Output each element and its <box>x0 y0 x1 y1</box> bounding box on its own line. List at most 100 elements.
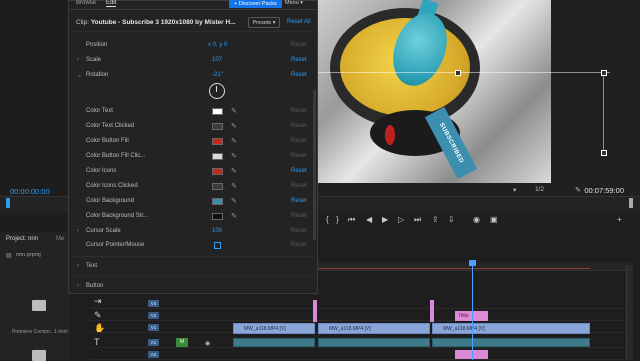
video-clip[interactable]: MW_a118.MP4 [V] <box>318 323 430 334</box>
reset-button[interactable]: Reset <box>291 242 307 248</box>
cursor-scale-value[interactable]: 100 <box>212 228 222 234</box>
reset-all-button[interactable]: Reset All <box>287 19 311 25</box>
frame-back-icon[interactable]: ◀ <box>366 215 372 224</box>
reset-button[interactable]: Reset <box>291 198 307 204</box>
chevron-right-icon[interactable]: › <box>77 228 79 234</box>
track-label-a1[interactable]: A1 <box>148 339 159 346</box>
chevron-right-icon[interactable]: › <box>77 57 79 63</box>
presets-label: Presets <box>252 20 272 26</box>
transform-handle[interactable] <box>601 70 607 76</box>
property-name: Color Text <box>86 108 113 114</box>
eyedropper-icon[interactable]: ✎ <box>231 152 237 160</box>
tab-edit[interactable]: Edit <box>106 0 117 7</box>
mic-icon[interactable]: ◉ <box>205 340 210 347</box>
audio-clip[interactable] <box>318 338 430 347</box>
reset-button[interactable]: Reset <box>291 108 307 114</box>
chevron-down-icon[interactable]: ⌄ <box>77 72 82 79</box>
eyedropper-icon[interactable]: ✎ <box>231 137 237 145</box>
color-swatch[interactable] <box>212 198 223 205</box>
color-swatch[interactable] <box>212 213 223 220</box>
mark-out-icon[interactable]: } <box>336 215 339 224</box>
mark-in-icon[interactable]: { <box>326 215 329 224</box>
export-frame-icon[interactable]: ◉ <box>473 215 480 224</box>
bin-folder-icon[interactable] <box>32 350 46 361</box>
color-swatch[interactable] <box>212 183 223 190</box>
reset-button[interactable]: Reset <box>291 42 307 48</box>
zoom-fit-control[interactable]: ▾ <box>513 186 516 194</box>
chevron-right-icon[interactable]: › <box>77 263 79 269</box>
rotation-value[interactable]: -21° <box>212 72 223 78</box>
bin-folder-icon[interactable] <box>32 300 46 311</box>
step-forward-icon[interactable]: ⏭ <box>414 215 421 225</box>
track-row-a2 <box>90 350 630 360</box>
source-playhead[interactable] <box>6 198 10 208</box>
reset-button[interactable]: Reset <box>291 123 307 129</box>
group-name: Text <box>86 263 98 269</box>
step-back-icon[interactable]: ⏮ <box>348 215 355 225</box>
color-swatch[interactable] <box>212 153 223 160</box>
reset-button[interactable]: Reset <box>291 138 307 144</box>
frame-forward-icon[interactable]: ▷ <box>398 215 404 224</box>
rotation-dial[interactable] <box>209 83 225 99</box>
reset-button[interactable]: Reset <box>291 153 307 159</box>
add-button-icon[interactable]: + <box>617 215 622 224</box>
color-swatch[interactable] <box>212 108 223 115</box>
eyedropper-icon[interactable]: ✎ <box>231 167 237 175</box>
menu-button[interactable]: Menu ▾ <box>285 0 303 6</box>
audio-clip[interactable] <box>432 338 590 347</box>
resolution-select[interactable]: 1/2 <box>535 186 544 193</box>
timeline-playhead[interactable] <box>472 262 473 360</box>
eyedropper-icon[interactable]: ✎ <box>231 122 237 130</box>
transform-handle[interactable] <box>455 70 461 76</box>
eyedropper-icon[interactable]: ✎ <box>231 197 237 205</box>
color-swatch[interactable] <box>212 168 223 175</box>
cursor-pointer-checkbox[interactable] <box>214 242 221 249</box>
chevron-right-icon[interactable]: › <box>77 283 79 289</box>
comparison-icon[interactable]: ▣ <box>490 215 498 224</box>
project-tab[interactable]: Project: nnn <box>6 236 38 242</box>
track-label-v2[interactable]: V2 <box>148 312 159 319</box>
scale-value[interactable]: 107 <box>212 57 222 63</box>
eyedropper-icon[interactable]: ✎ <box>231 182 237 190</box>
media-browser-tab[interactable]: Me <box>56 236 64 242</box>
panel-scrollbar[interactable] <box>313 90 316 240</box>
property-row-rotation: ⌄ Rotation -21° Reset <box>77 72 310 82</box>
property-name: Color Button Fill <box>86 138 129 144</box>
position-value[interactable]: x 0, y 0 <box>208 42 227 48</box>
track-label-v3[interactable]: V3 <box>148 300 159 307</box>
track-label-v1[interactable]: V1 <box>148 324 159 331</box>
reset-button[interactable]: Reset <box>291 72 307 78</box>
reset-button[interactable]: Reset <box>291 57 307 63</box>
eyedropper-icon[interactable]: ✎ <box>231 107 237 115</box>
graphic-clip[interactable] <box>313 300 317 322</box>
video-clip[interactable]: MW_a118.MP4 [V] <box>233 323 315 334</box>
video-clip[interactable]: MW_a118.MP4 [V] <box>432 323 590 334</box>
reset-button[interactable]: Reset <box>291 183 307 189</box>
transport-bar: { } ⏮ ◀ ▶ ▷ ⏭ ⇪ ⇩ ◉ ▣ + <box>318 212 640 230</box>
audio-clip[interactable] <box>233 338 315 347</box>
transform-handle[interactable] <box>601 150 607 156</box>
discover-packs-button[interactable]: + Discover Packs <box>229 0 282 8</box>
extract-icon[interactable]: ⇩ <box>448 215 455 224</box>
program-playhead[interactable] <box>629 198 633 208</box>
selection-edge-top <box>318 72 610 73</box>
reset-button[interactable]: Reset <box>291 213 307 219</box>
color-swatch[interactable] <box>212 123 223 130</box>
track-label-a2[interactable]: A2 <box>148 351 159 358</box>
source-timecode[interactable]: 00:00:00:00 <box>10 187 50 196</box>
group-row-button[interactable]: › Button <box>77 283 310 293</box>
graphic-clip[interactable] <box>430 300 434 322</box>
presets-dropdown[interactable]: Presets ▾ <box>248 17 280 28</box>
tab-browse[interactable]: Browse <box>76 0 96 6</box>
wrench-icon[interactable]: ✎ <box>575 186 581 194</box>
reset-button[interactable]: Reset <box>291 228 307 234</box>
group-row-text[interactable]: › Text <box>77 263 310 273</box>
mute-toggle[interactable]: M <box>176 338 188 347</box>
lift-icon[interactable]: ⇪ <box>432 215 439 224</box>
reset-button[interactable]: Reset <box>291 168 307 174</box>
color-swatch[interactable] <box>212 138 223 145</box>
clip-header: Clip: Youtube - Subscribe 3 1920x1080 by… <box>76 19 236 26</box>
eyedropper-icon[interactable]: ✎ <box>231 212 237 220</box>
timeline-scrollbar[interactable] <box>626 265 633 360</box>
play-icon[interactable]: ▶ <box>382 215 388 224</box>
